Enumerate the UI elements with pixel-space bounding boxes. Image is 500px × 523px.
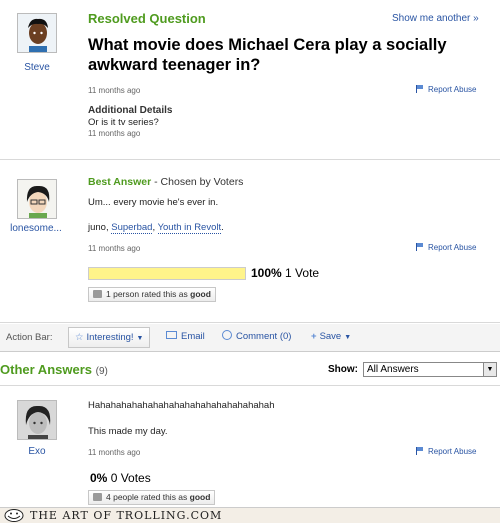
resolved-question-heading: Resolved Question (88, 11, 206, 26)
additional-details-text: Or is it tv series? (88, 117, 159, 128)
best-answer-header: Best Answer - Chosen by Voters (88, 176, 243, 188)
report-abuse-link[interactable]: Report Abuse (416, 243, 476, 252)
vote-result: 0% 0 Votes (90, 471, 151, 485)
vote-result: 100% 1 Vote (251, 266, 320, 280)
thumbs-up-icon (93, 290, 102, 298)
best-answer-block: lonesome... Best Answer - Chosen by Vote… (0, 161, 500, 323)
vote-bar (88, 267, 246, 280)
action-bar: Action Bar: ☆ Interesting! ▼ Email Comment… (0, 324, 500, 352)
envelope-icon (166, 331, 177, 339)
report-abuse-link[interactable]: Report Abuse (416, 85, 476, 94)
answerer-avatar[interactable] (17, 400, 57, 440)
other-answer-block: Exo Hahahahahahahahahahahahahahahahahah … (0, 387, 500, 507)
action-bar-label: Action Bar: (6, 332, 53, 343)
flag-icon (416, 85, 424, 93)
email-button[interactable]: Email (160, 327, 211, 348)
chevron-down-icon: ▼ (483, 363, 496, 376)
flag-icon (416, 447, 424, 455)
superbad-link[interactable]: Superbad (111, 222, 153, 234)
thumbs-up-icon (93, 493, 102, 501)
star-icon: ☆ (75, 332, 84, 343)
show-label: Show: (328, 364, 358, 375)
asker-name[interactable]: Steve (5, 62, 69, 73)
answer-line-2: This made my day. (88, 426, 168, 437)
answer-line-2: juno, Superbad, Youth in Revolt. (88, 222, 224, 234)
report-abuse-link[interactable]: Report Abuse (416, 447, 476, 456)
watermark-text: THE ART OF TROLLING.COM (30, 509, 223, 522)
troll-face-logo (4, 509, 24, 522)
answer-line-1: Um... every movie he's ever in. (88, 197, 219, 208)
save-button[interactable]: + Save ▼ (305, 327, 357, 348)
other-answers-title: Other Answers (9) (0, 362, 108, 377)
interesting-button[interactable]: ☆ Interesting! ▼ (68, 327, 151, 348)
question-title: What movie does Michael Cera play a soci… (88, 36, 447, 74)
question-time: 11 months ago (88, 86, 141, 95)
comment-icon (222, 330, 232, 340)
other-answers-header: Other Answers (9) Show: All Answers ▼ (0, 356, 500, 386)
answer-time: 11 months ago (88, 244, 141, 253)
rated-good-button[interactable]: 1 person rated this as good (88, 287, 216, 302)
additional-details-label: Additional Details (88, 105, 173, 116)
answer-time: 11 months ago (88, 448, 141, 457)
question-block: Steve Resolved Question Show me another … (0, 0, 500, 160)
chevron-down-icon: ▼ (344, 334, 352, 341)
youth-in-revolt-link[interactable]: Youth in Revolt (157, 222, 222, 234)
vote-bar-fill (89, 268, 245, 279)
rated-good-button[interactable]: 4 people rated this as good (88, 490, 216, 505)
asker-avatar[interactable] (17, 13, 57, 53)
plus-icon: + (311, 331, 317, 342)
show-filter-select[interactable]: All Answers ▼ (363, 362, 497, 377)
site-watermark: THE ART OF TROLLING.COM (0, 507, 500, 523)
comment-button[interactable]: Comment (0) (216, 327, 297, 348)
show-another-link[interactable]: Show me another » (392, 13, 479, 24)
flag-icon (416, 243, 424, 251)
best-answer-label: Best Answer (88, 176, 152, 188)
chevron-down-icon: ▼ (136, 335, 144, 342)
answer-line-1: Hahahahahahahahahahahahahahahahahah (88, 400, 275, 411)
chosen-by-label: - Chosen by Voters (154, 176, 244, 188)
details-time: 11 months ago (88, 129, 141, 138)
answerer-name[interactable]: lonesome... (4, 223, 68, 234)
answerer-avatar[interactable] (17, 179, 57, 219)
answerer-name[interactable]: Exo (5, 446, 69, 457)
